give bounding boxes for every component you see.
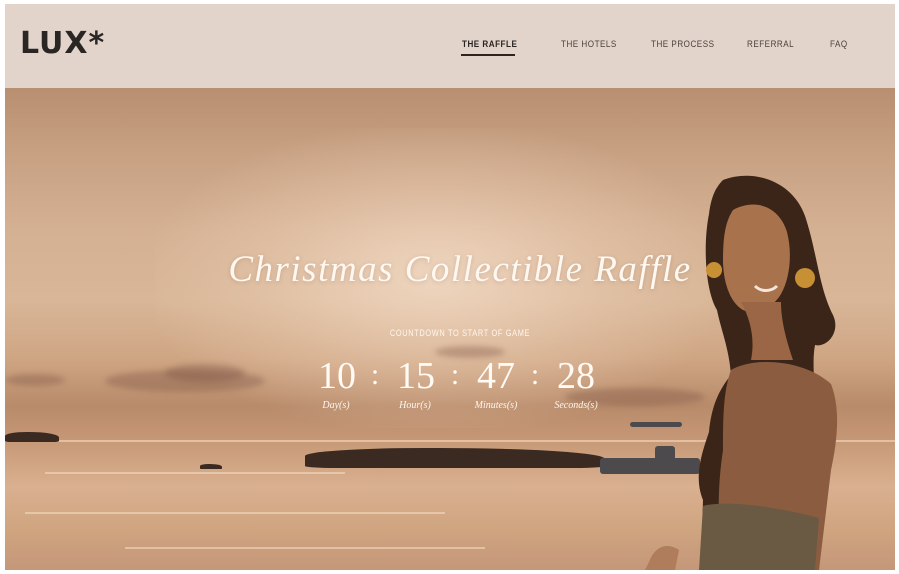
nav-item-referral[interactable]: REFERRAL [747, 39, 794, 50]
sea-reflection [125, 547, 485, 549]
nav-item-the-raffle[interactable]: THE RAFFLE [462, 39, 517, 50]
countdown-hours: 15 [397, 355, 435, 397]
countdown-label: COUNTDOWN TO START OF GAME [389, 328, 531, 338]
cloud [165, 364, 245, 382]
hero-section: Christmas Collectible Raffle COUNTDOWN T… [5, 88, 895, 570]
site-header: LUX* THE RAFFLE THE HOTELS THE PROCESS R… [5, 4, 895, 88]
sea-reflection [25, 512, 445, 514]
countdown-unit-days: Day(s) [322, 400, 350, 411]
countdown-separator: : [450, 358, 460, 391]
countdown-days: 10 [318, 355, 356, 397]
countdown-unit-minutes: Minutes(s) [474, 400, 518, 411]
page-frame: LUX* THE RAFFLE THE HOTELS THE PROCESS R… [5, 4, 895, 570]
countdown-separator: : [530, 358, 540, 391]
raffle-title: Christmas Collectible Raffle [228, 249, 692, 290]
nav-item-the-hotels[interactable]: THE HOTELS [561, 39, 617, 50]
countdown-seconds: 28 [557, 355, 595, 397]
rock [200, 464, 222, 469]
main-nav: THE RAFFLE THE HOTELS THE PROCESS REFERR… [5, 39, 895, 59]
countdown-minutes: 47 [477, 355, 515, 397]
cloud [5, 374, 65, 386]
nav-item-faq[interactable]: FAQ [830, 39, 848, 50]
woman-photo [645, 175, 838, 570]
island [5, 432, 59, 442]
sea-reflection [45, 472, 345, 474]
countdown-unit-hours: Hour(s) [399, 400, 431, 411]
countdown-separator: : [370, 358, 380, 391]
island [305, 448, 605, 468]
countdown-unit-seconds: Seconds(s) [554, 400, 598, 411]
active-nav-underline [461, 54, 515, 56]
nav-item-the-process[interactable]: THE PROCESS [651, 39, 714, 50]
